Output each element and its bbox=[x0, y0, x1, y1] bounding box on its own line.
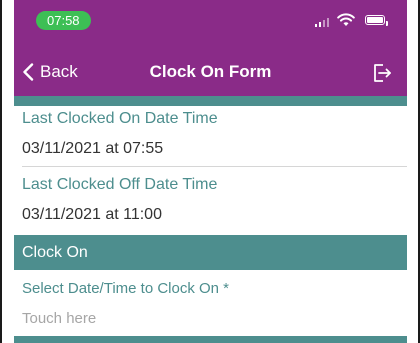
divider bbox=[22, 166, 407, 167]
last-clocked-on-value: 03/11/2021 at 07:55 bbox=[22, 140, 164, 157]
last-clocked-on-label: Last Clocked On Date Time bbox=[22, 110, 218, 127]
status-time: 07:58 bbox=[36, 11, 91, 30]
page-title: Clock On Form bbox=[149, 62, 272, 81]
last-clocked-off-label: Last Clocked Off Date Time bbox=[22, 176, 218, 193]
nav-bar: Back Clock On Form bbox=[14, 56, 407, 92]
select-datetime-label: Select Date/Time to Clock On * bbox=[22, 280, 230, 297]
header-accent-strip bbox=[14, 96, 407, 106]
status-icons bbox=[305, 13, 388, 29]
logout-icon[interactable] bbox=[371, 62, 393, 84]
wifi-icon bbox=[337, 13, 355, 26]
bottom-section-bar bbox=[14, 336, 407, 343]
last-clocked-off-value: 03/11/2021 at 11:00 bbox=[22, 206, 162, 223]
app-header: 07:58 Back Clock On Form bbox=[14, 0, 407, 96]
signal-icon bbox=[315, 17, 329, 27]
section-title: Clock On bbox=[22, 244, 88, 261]
battery-icon bbox=[365, 15, 388, 26]
datetime-picker-field[interactable]: Touch here bbox=[22, 310, 96, 327]
phone-screen: 07:58 Back Clock On Form Last Clocked On… bbox=[14, 0, 407, 343]
clock-on-section-header: Clock On bbox=[14, 235, 407, 270]
